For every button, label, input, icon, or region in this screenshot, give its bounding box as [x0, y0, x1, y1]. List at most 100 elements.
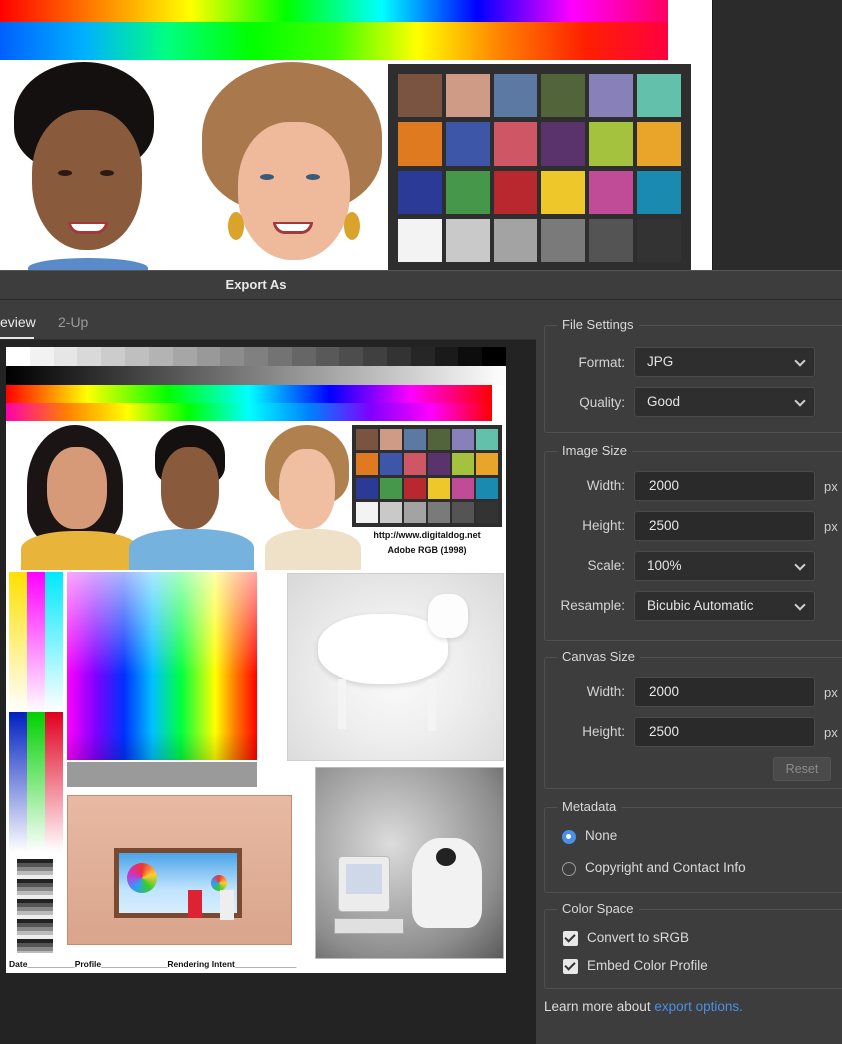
color-swatch — [476, 453, 498, 475]
canvas-height-unit: px — [824, 725, 838, 740]
file-settings-title: File Settings — [557, 317, 639, 332]
resample-select[interactable]: Bicubic Automatic — [634, 591, 815, 621]
neutral-gray-bar — [67, 762, 257, 787]
color-swatch — [380, 429, 402, 451]
canvas-width-label: Width: — [586, 684, 625, 699]
spectrum-bar-bottom — [0, 22, 668, 60]
color-swatch — [404, 453, 426, 475]
color-space-title: Color Space — [557, 901, 639, 916]
color-swatch — [476, 477, 498, 499]
color-swatch — [398, 122, 442, 166]
metadata-copyright-label[interactable]: Copyright and Contact Info — [585, 860, 746, 875]
gray-step — [482, 347, 506, 366]
color-swatch — [589, 218, 634, 262]
color-swatch — [404, 429, 426, 451]
wall-window-photo — [67, 795, 292, 945]
tab-2-up[interactable]: 2-Up — [58, 309, 98, 339]
gray-step — [434, 347, 459, 366]
portrait-woman-left — [8, 62, 168, 270]
metadata-copyright-radio[interactable] — [562, 862, 576, 876]
color-swatch — [428, 477, 450, 499]
gray-step — [220, 347, 245, 366]
canvas-height-input[interactable]: 2500 — [634, 717, 815, 747]
chevron-down-icon — [794, 559, 806, 571]
reset-button[interactable]: Reset — [773, 757, 831, 781]
format-select[interactable]: JPG — [634, 347, 815, 377]
background-document — [0, 0, 842, 270]
image-width-input[interactable]: 2000 — [634, 471, 815, 501]
color-swatch — [428, 453, 450, 475]
image-height-input[interactable]: 2500 — [634, 511, 815, 541]
color-swatch — [356, 429, 378, 451]
resample-value: Bicubic Automatic — [647, 598, 754, 613]
tab-preview[interactable]: eview — [0, 309, 36, 339]
color-swatch — [589, 122, 634, 166]
color-swatch — [637, 74, 681, 118]
chevron-down-icon — [794, 355, 806, 367]
image-size-title: Image Size — [557, 443, 633, 458]
quality-select[interactable]: Good — [634, 387, 815, 417]
export-as-dialog: Export As eview 2-Up http://www.digitald… — [0, 270, 842, 1044]
color-swatch — [589, 74, 634, 118]
red-ramp — [45, 712, 63, 852]
url-text: http://www.digitaldog.net — [373, 530, 481, 540]
color-checker-small — [352, 425, 502, 527]
quality-value: Good — [647, 394, 681, 409]
convert-srgb-label[interactable]: Convert to sRGB — [587, 930, 689, 945]
scale-select[interactable]: 100% — [634, 551, 815, 581]
color-swatch — [541, 122, 586, 166]
image-width-unit: px — [824, 479, 838, 494]
color-swatch — [398, 218, 442, 262]
metadata-title: Metadata — [557, 799, 622, 814]
color-swatch — [493, 218, 538, 262]
color-swatch — [380, 453, 402, 475]
embed-profile-label[interactable]: Embed Color Profile — [587, 958, 708, 973]
gray-step — [339, 347, 364, 366]
title-divider — [0, 299, 842, 300]
scale-label: Scale: — [587, 558, 625, 573]
gray-patches — [17, 859, 53, 953]
convert-srgb-checkbox[interactable] — [563, 931, 578, 946]
yellow-ramp — [9, 572, 27, 712]
color-gamut-gradient — [67, 572, 257, 760]
metadata-none-radio[interactable] — [562, 830, 576, 844]
file-settings-section: File Settings Format: JPG Quality: Good — [544, 317, 842, 433]
gray-step — [387, 347, 411, 366]
spectrum-bar-1 — [6, 385, 492, 403]
quality-label: Quality: — [579, 395, 625, 410]
white-dog-photo — [287, 573, 504, 761]
color-swatch — [637, 170, 681, 214]
image-width-label: Width: — [586, 478, 625, 493]
gray-step — [148, 347, 173, 366]
color-swatch — [356, 477, 378, 499]
gray-step — [291, 347, 316, 366]
color-swatch — [380, 477, 402, 499]
canvas-width-input[interactable]: 2000 — [634, 677, 815, 707]
gray-step — [267, 347, 292, 366]
right-panel-strip — [712, 0, 842, 270]
color-swatch — [541, 218, 586, 262]
chart-footer-text: Date__________Profile______________Rende… — [9, 959, 297, 969]
resample-label: Resample: — [560, 598, 625, 613]
image-height-unit: px — [824, 519, 838, 534]
profile-text: Adobe RGB (1998) — [387, 545, 467, 555]
color-swatch — [445, 122, 490, 166]
gray-step-wedge — [6, 347, 506, 385]
gray-gradient — [6, 366, 506, 385]
color-swatch — [404, 501, 426, 523]
color-swatch — [452, 477, 474, 499]
embed-profile-checkbox[interactable] — [563, 959, 578, 974]
spectrum-bar-top — [0, 0, 668, 22]
gray-step — [77, 347, 102, 366]
color-swatch — [428, 501, 450, 523]
document-canvas — [0, 0, 712, 270]
gray-step — [196, 347, 221, 366]
color-swatch — [445, 218, 490, 262]
canvas-size-section: Canvas Size Width: 2000 px Height: 2500 … — [544, 649, 842, 789]
color-swatch — [445, 170, 490, 214]
learn-more-text: Learn more about export options. — [544, 999, 743, 1014]
color-swatch — [476, 501, 498, 523]
export-options-link[interactable]: export options. — [654, 999, 743, 1014]
metadata-none-label[interactable]: None — [585, 828, 617, 843]
gray-step — [363, 347, 387, 366]
